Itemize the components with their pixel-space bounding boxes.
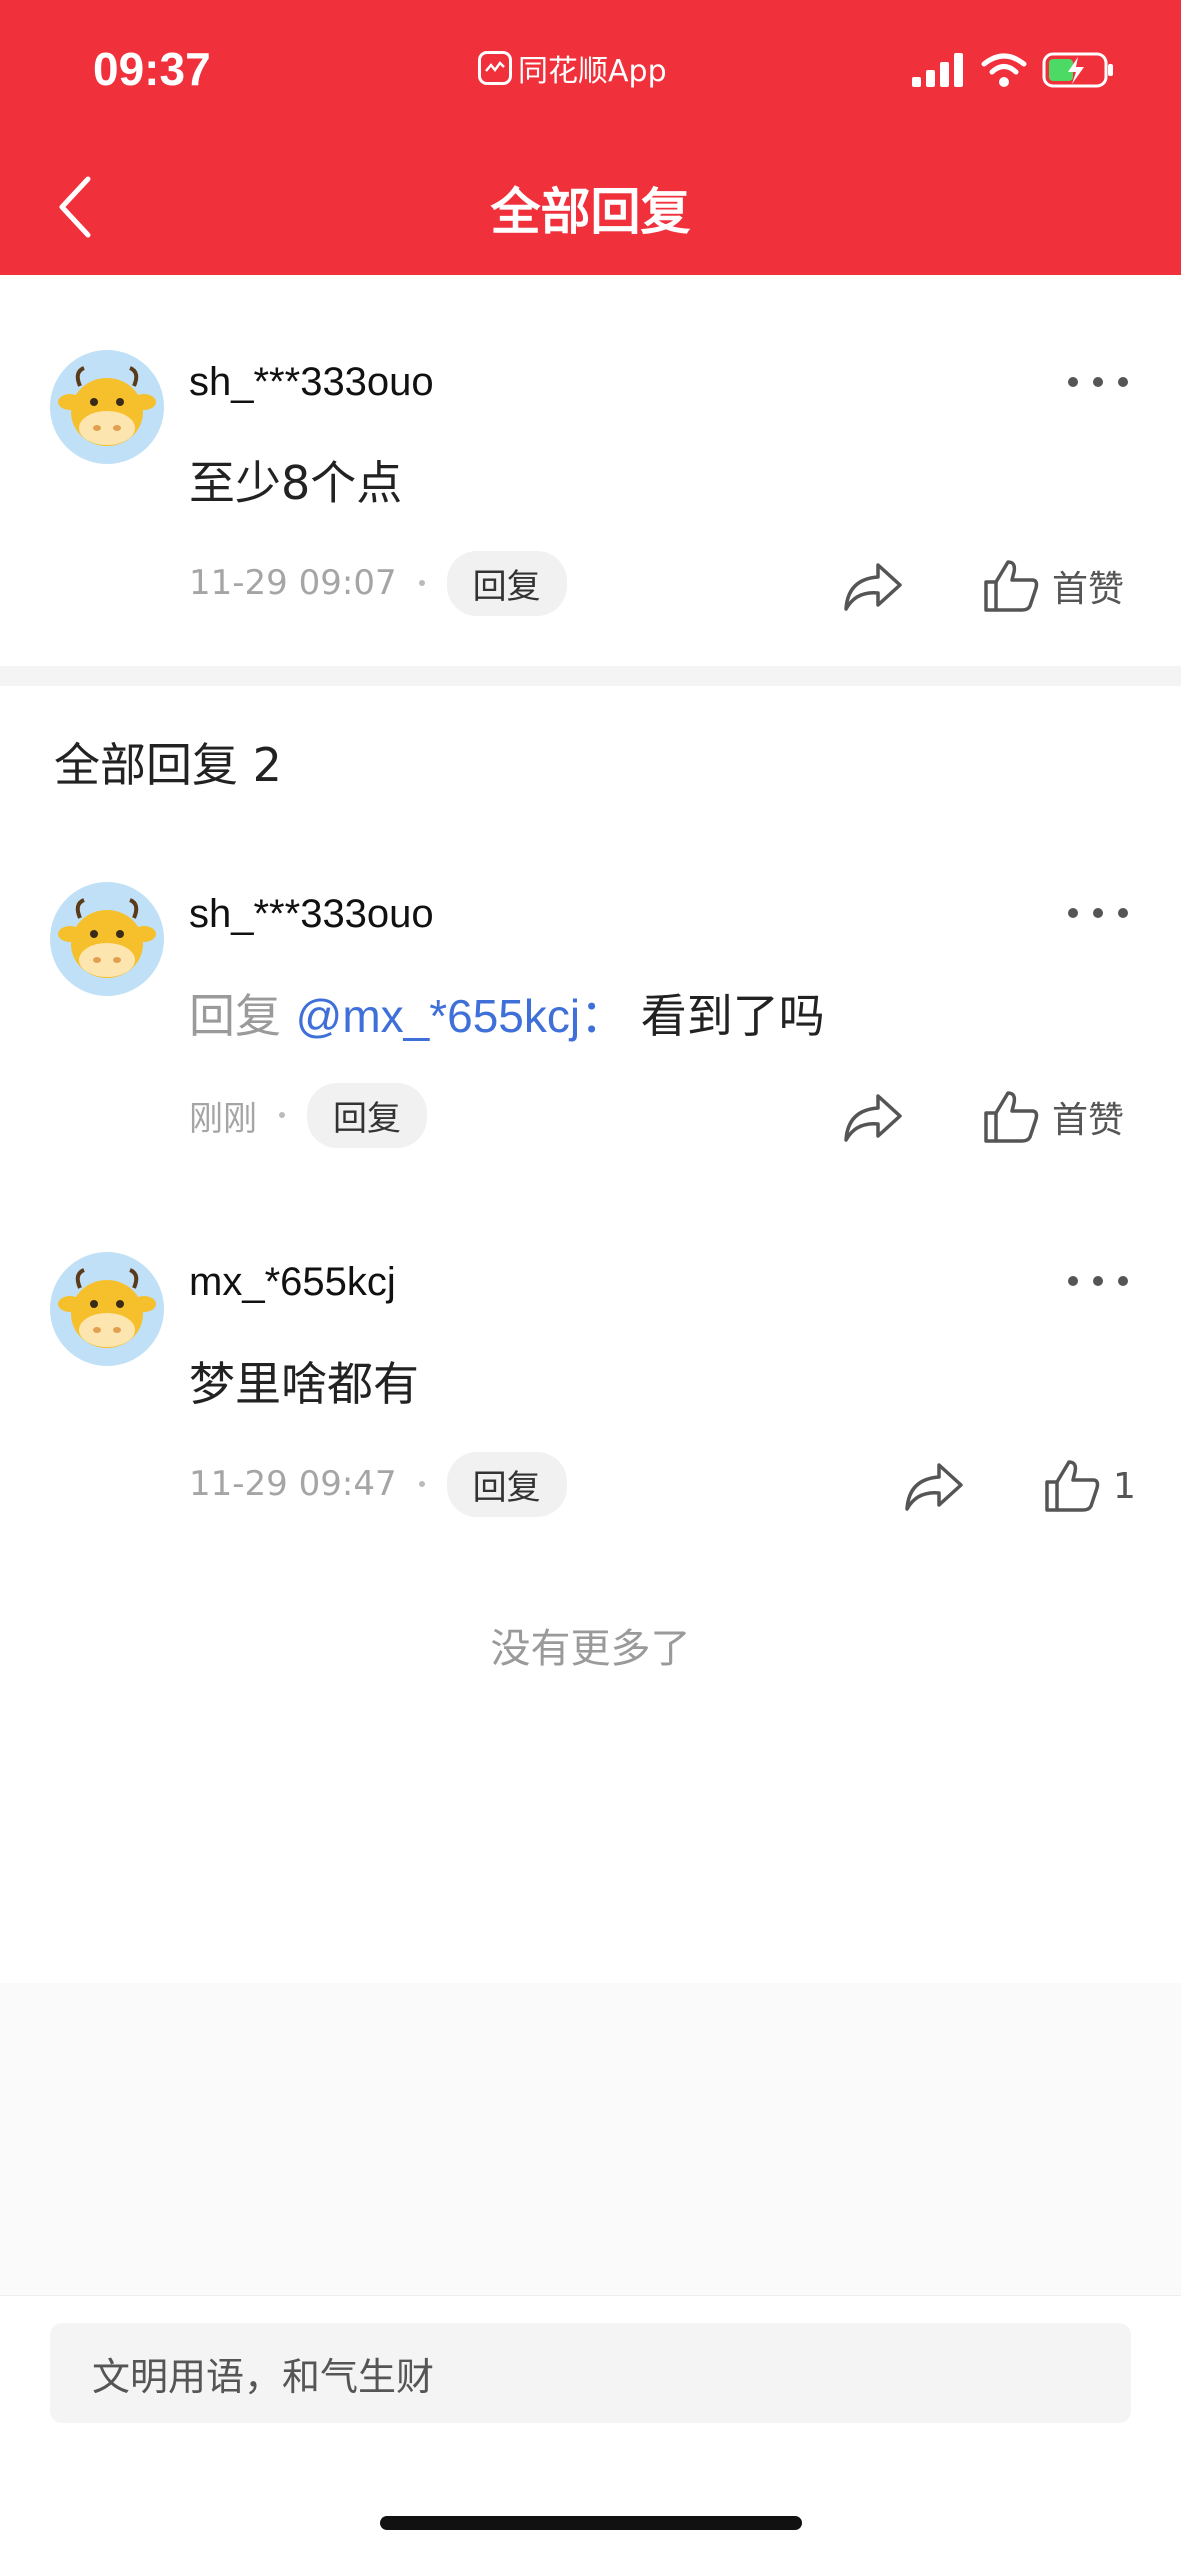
comment-time: 11-29 09:07 — [189, 563, 397, 603]
more-button[interactable] — [1068, 898, 1128, 928]
like-label: 首赞 — [1052, 1100, 1125, 1141]
reply-text: 梦里啥都有 — [189, 1357, 419, 1411]
comment-meta: 11-29 09:07 回复 — [189, 550, 567, 616]
more-icon — [1068, 1276, 1078, 1286]
reply-text: 看到了吗 — [640, 989, 825, 1043]
replies-section-title: 全部回复 2 — [54, 738, 282, 792]
comment-text: 至少8个点 — [189, 456, 403, 510]
share-button[interactable] — [840, 556, 906, 616]
mention-link[interactable]: @mx_*655kcj： — [296, 990, 626, 1042]
like-button[interactable]: 首赞 — [982, 556, 1124, 616]
share-button[interactable] — [840, 1087, 906, 1147]
reply-meta: 刚刚 回复 — [189, 1082, 427, 1148]
reply-time: 11-29 09:47 — [189, 1464, 397, 1504]
comment-username[interactable]: sh_***333ouo — [189, 360, 434, 405]
reply-button[interactable]: 回复 — [446, 550, 567, 616]
like-button[interactable]: 首赞 — [982, 1087, 1124, 1147]
avatar[interactable] — [50, 350, 164, 464]
more-icon — [1068, 908, 1078, 918]
reply-username[interactable]: mx_*655kcj — [189, 1260, 396, 1305]
home-indicator[interactable] — [380, 2516, 802, 2530]
thumbs-up-icon — [984, 560, 1039, 612]
status-app-name: 同花顺App — [518, 54, 667, 89]
thumbs-up-icon — [1045, 1460, 1100, 1512]
cow-avatar-icon — [58, 366, 156, 446]
wifi-icon — [981, 53, 1027, 87]
cow-avatar-icon — [58, 1268, 156, 1348]
app-logo-icon — [478, 51, 512, 85]
signal-icon — [912, 53, 963, 87]
status-icons — [912, 50, 1116, 90]
avatar[interactable] — [50, 1252, 164, 1366]
like-label: 首赞 — [1052, 569, 1125, 610]
reply-username[interactable]: sh_***333ouo — [189, 892, 434, 937]
no-more-text: 没有更多了 — [490, 1626, 691, 1672]
page-title: 全部回复 — [490, 183, 691, 241]
more-button[interactable] — [1068, 1266, 1128, 1296]
empty-area — [0, 1983, 1181, 2295]
like-button[interactable]: 1 — [1043, 1456, 1136, 1516]
avatar[interactable] — [50, 882, 164, 996]
reply-time: 刚刚 — [189, 1098, 257, 1139]
share-icon — [844, 1094, 902, 1142]
like-count: 1 — [1113, 1465, 1136, 1507]
battery-icon — [1042, 52, 1113, 88]
share-icon — [905, 1463, 963, 1511]
reply-text-line: 回复 @mx_*655kcj： 看到了吗 — [189, 980, 825, 1046]
status-app-indicator: 同花顺App — [478, 48, 667, 89]
comment-input[interactable]: 文明用语，和气生财 — [50, 2323, 1131, 2423]
reply-button[interactable]: 回复 — [446, 1451, 567, 1517]
app-header: 09:37 同花顺App 全部回复 — [0, 0, 1181, 275]
section-divider — [0, 666, 1181, 686]
status-time: 09:37 — [93, 43, 211, 95]
comment-input-placeholder: 文明用语，和气生财 — [92, 2354, 435, 2399]
reply-meta: 11-29 09:47 回复 — [189, 1451, 567, 1517]
thumbs-up-icon — [984, 1091, 1039, 1143]
share-icon — [844, 563, 902, 611]
reply-button[interactable]: 回复 — [307, 1082, 427, 1148]
more-icon — [1068, 377, 1078, 387]
share-button[interactable] — [901, 1456, 967, 1516]
cow-avatar-icon — [58, 898, 156, 978]
more-button[interactable] — [1068, 367, 1128, 397]
reply-prefix: 回复 — [189, 989, 281, 1043]
